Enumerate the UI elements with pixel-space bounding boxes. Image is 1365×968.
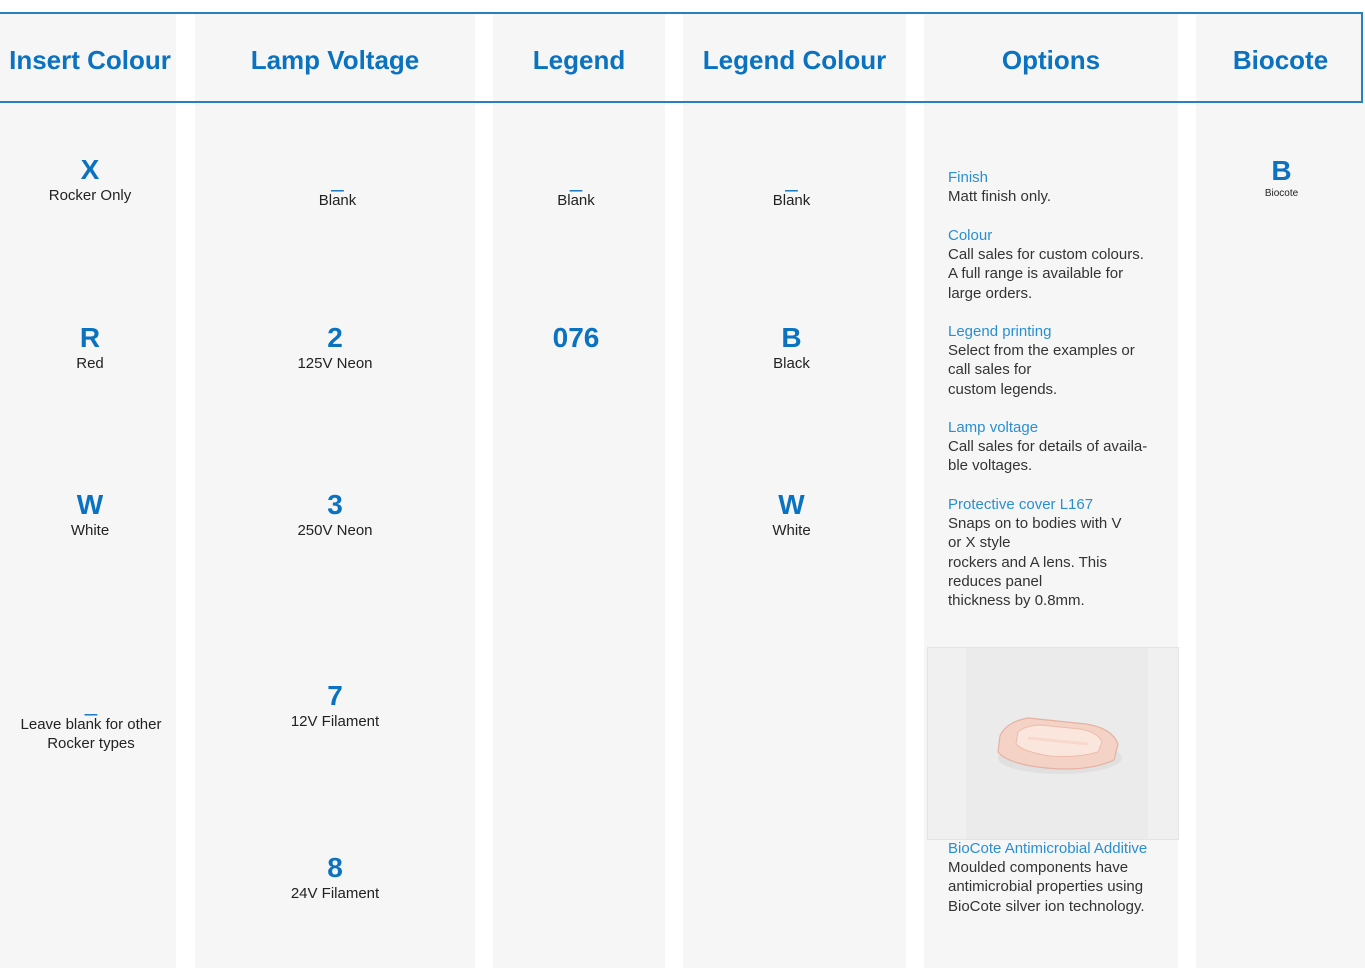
option-code: 2 bbox=[327, 322, 343, 353]
option-description: 125V Neon bbox=[297, 355, 373, 372]
option-note-text: Call sales for details of availa- ble vo… bbox=[948, 438, 1148, 475]
option-code: B bbox=[781, 322, 802, 353]
option-description: Rocker types bbox=[47, 735, 135, 752]
option-note-heading: BioCote Antimicrobial Additive bbox=[948, 840, 1148, 857]
option-code: X bbox=[80, 154, 100, 185]
option-note-heading: Lamp voltage bbox=[948, 419, 1039, 436]
insert-colour-option: _ Leave blank for other Rocker types bbox=[0, 693, 182, 753]
option-description: White bbox=[70, 522, 110, 539]
option-note-colour: Colour Call sales for custom colours. A … bbox=[948, 226, 1163, 303]
lamp-voltage-option: 8 24V Filament bbox=[195, 852, 475, 903]
header-legend-colour: Legend Colour bbox=[702, 45, 887, 75]
option-note-legend-printing: Legend printing Select from the examples… bbox=[948, 322, 1163, 399]
option-description: Biocote bbox=[1264, 188, 1299, 199]
option-description: White bbox=[772, 522, 811, 539]
option-code: 3 bbox=[327, 489, 343, 520]
option-note-heading: Legend printing bbox=[948, 323, 1052, 340]
option-description: Blank bbox=[772, 192, 811, 209]
option-description: Black bbox=[773, 355, 810, 372]
header-legend: Legend bbox=[532, 45, 626, 75]
option-note-heading: Finish bbox=[948, 169, 989, 186]
option-note-text: Moulded components have antimicrobial pr… bbox=[948, 859, 1145, 915]
header-options: Options bbox=[1001, 45, 1101, 75]
option-code: 7 bbox=[327, 680, 343, 711]
lamp-voltage-option: 2 125V Neon bbox=[195, 322, 475, 373]
lamp-voltage-option: 7 12V Filament bbox=[195, 680, 475, 731]
protective-cover-image bbox=[927, 647, 1179, 840]
option-note-heading: Colour bbox=[948, 227, 993, 244]
lamp-voltage-option: 3 250V Neon bbox=[195, 489, 475, 540]
legend-option: 076 bbox=[493, 322, 659, 354]
option-code: W bbox=[76, 489, 104, 520]
biocote-option: B Biocote bbox=[1196, 155, 1365, 201]
option-code: R bbox=[79, 322, 101, 353]
option-code: 8 bbox=[327, 852, 343, 883]
option-note-text: Select from the examples or call sales f… bbox=[948, 342, 1135, 398]
option-note-text: Call sales for custom colours. A full ra… bbox=[948, 246, 1144, 302]
option-code: W bbox=[778, 489, 805, 520]
option-note-heading: Protective cover L167 bbox=[948, 496, 1094, 513]
option-note-finish: Finish Matt finish only. bbox=[948, 168, 1163, 206]
option-code: B bbox=[1271, 155, 1292, 186]
option-code: _ bbox=[84, 691, 98, 716]
option-description: Leave blank for other bbox=[20, 716, 162, 733]
header-insert-colour: Insert Colour bbox=[9, 45, 171, 75]
header-lamp-voltage: Lamp Voltage bbox=[250, 45, 420, 75]
legend-option: _ Blank bbox=[493, 169, 659, 210]
option-note-protective-cover: Protective cover L167 Snaps on to bodies… bbox=[948, 495, 1163, 610]
insert-colour-option: X Rocker Only bbox=[0, 154, 180, 205]
option-code: _ bbox=[569, 167, 583, 192]
column-legend bbox=[493, 14, 665, 968]
header-biocote: Biocote bbox=[1232, 45, 1329, 75]
option-description: 12V Filament bbox=[290, 713, 380, 730]
option-code: 076 bbox=[552, 322, 600, 353]
legend-colour-option: W White bbox=[683, 489, 900, 540]
option-description: 24V Filament bbox=[290, 885, 380, 902]
option-note-text: Matt finish only. bbox=[948, 188, 1052, 205]
option-description: Rocker Only bbox=[48, 187, 132, 204]
option-note-biocote: BioCote Antimicrobial Additive Moulded c… bbox=[948, 839, 1163, 916]
legend-colour-option: _ Blank bbox=[683, 169, 900, 210]
option-code: _ bbox=[331, 167, 344, 192]
option-description: 250V Neon bbox=[297, 522, 373, 539]
option-note-lamp-voltage: Lamp voltage Call sales for details of a… bbox=[948, 418, 1163, 476]
insert-colour-option: W White bbox=[0, 489, 180, 540]
option-description: Blank bbox=[318, 192, 357, 209]
option-note-text: Snaps on to bodies with V or X style roc… bbox=[948, 515, 1122, 610]
option-code: _ bbox=[785, 167, 798, 192]
option-description: Blank bbox=[557, 192, 595, 209]
insert-colour-option: R Red bbox=[0, 322, 180, 373]
protective-cover-illustration bbox=[997, 717, 1122, 774]
legend-colour-option: B Black bbox=[683, 322, 900, 373]
lamp-voltage-option: _ Blank bbox=[195, 169, 480, 210]
option-description: Red bbox=[76, 355, 104, 372]
